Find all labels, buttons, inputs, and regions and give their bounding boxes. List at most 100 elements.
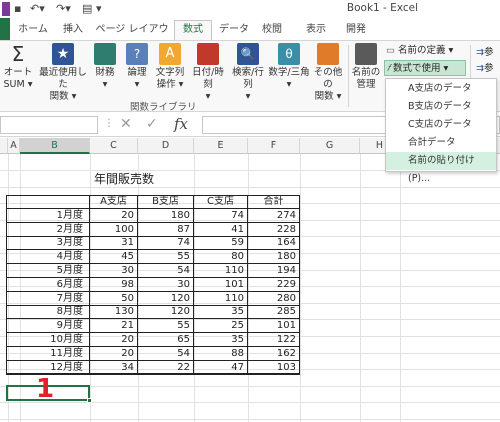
math-button[interactable]: θ 数学/三角 ▾: [268, 43, 310, 91]
table-cell[interactable]: 274: [248, 209, 300, 223]
more-functions-button[interactable]: その他の 関数 ▾: [310, 43, 346, 103]
table-cell[interactable]: 54: [138, 347, 194, 361]
financial-button[interactable]: 財務 ▾: [90, 43, 120, 91]
more-options-icon[interactable]: ⋮: [104, 118, 114, 129]
table-cell[interactable]: 11月度: [6, 347, 90, 361]
table-header-cell[interactable]: 合計: [248, 195, 300, 209]
table-cell[interactable]: 55: [138, 319, 194, 333]
insert-function-icon[interactable]: fx: [174, 115, 188, 133]
tab-home[interactable]: ホーム: [12, 21, 54, 40]
table-header-cell[interactable]: [6, 195, 90, 209]
column-header-f[interactable]: F: [248, 138, 300, 154]
table-cell[interactable]: 4月度: [6, 250, 90, 264]
tab-file[interactable]: [0, 18, 10, 40]
table-cell[interactable]: 20: [90, 333, 138, 347]
table-cell[interactable]: 130: [90, 305, 138, 319]
tab-page-layout[interactable]: ページ レイアウト: [92, 21, 172, 52]
table-cell[interactable]: 25: [194, 319, 248, 333]
menu-item-total[interactable]: 合計データ: [386, 134, 496, 152]
tab-insert[interactable]: 挿入: [56, 21, 90, 40]
table-cell[interactable]: 88: [194, 347, 248, 361]
fill-handle[interactable]: [87, 398, 92, 403]
table-cell[interactable]: 87: [138, 223, 194, 237]
table-cell[interactable]: 10月度: [6, 333, 90, 347]
name-box[interactable]: [0, 116, 98, 134]
table-cell[interactable]: 6月度: [6, 278, 90, 292]
text-button[interactable]: A 文字列 操作 ▾: [154, 43, 186, 91]
table-cell[interactable]: 110: [194, 292, 248, 306]
table-cell[interactable]: 180: [248, 250, 300, 264]
table-cell[interactable]: 8月度: [6, 305, 90, 319]
table-cell[interactable]: 22: [138, 361, 194, 375]
table-cell[interactable]: 47: [194, 361, 248, 375]
table-cell[interactable]: 1月度: [6, 209, 90, 223]
table-cell[interactable]: 228: [248, 223, 300, 237]
table-cell[interactable]: 35: [194, 333, 248, 347]
column-header-c[interactable]: C: [90, 138, 138, 154]
table-cell[interactable]: 3月度: [6, 236, 90, 250]
table-cell[interactable]: 30: [90, 264, 138, 278]
table-cell[interactable]: 229: [248, 278, 300, 292]
table-cell[interactable]: 285: [248, 305, 300, 319]
trace-dependents-button[interactable]: ⇉参: [476, 60, 493, 74]
table-cell[interactable]: 280: [248, 292, 300, 306]
table-cell[interactable]: 9月度: [6, 319, 90, 333]
table-cell[interactable]: 2月度: [6, 223, 90, 237]
table-cell[interactable]: 101: [194, 278, 248, 292]
table-cell[interactable]: 74: [138, 236, 194, 250]
logical-button[interactable]: ? 論理 ▾: [122, 43, 152, 91]
table-cell[interactable]: 162: [248, 347, 300, 361]
table-cell[interactable]: 12月度: [6, 361, 90, 375]
define-name-button[interactable]: ▭ 名前の定義 ▾: [386, 44, 478, 58]
select-all-corner[interactable]: [0, 138, 8, 154]
menu-item-a-branch[interactable]: A支店のデータ: [386, 80, 496, 98]
menu-item-c-branch[interactable]: C支店のデータ: [386, 116, 496, 134]
table-cell[interactable]: 80: [194, 250, 248, 264]
table-cell[interactable]: 5月度: [6, 264, 90, 278]
tab-developer[interactable]: 開発: [338, 21, 374, 40]
table-cell[interactable]: 122: [248, 333, 300, 347]
table-cell[interactable]: 41: [194, 223, 248, 237]
table-cell[interactable]: 45: [90, 250, 138, 264]
table-cell[interactable]: 54: [138, 264, 194, 278]
name-manager-button[interactable]: 名前の 管理: [350, 43, 382, 91]
table-header-cell[interactable]: C支店: [194, 195, 248, 209]
table-cell[interactable]: 59: [194, 236, 248, 250]
table-cell[interactable]: 100: [90, 223, 138, 237]
column-header-b[interactable]: B: [20, 138, 90, 154]
recently-used-button[interactable]: ★ 最近使用した 関数 ▾: [38, 43, 88, 103]
table-cell[interactable]: 65: [138, 333, 194, 347]
table-cell[interactable]: 31: [90, 236, 138, 250]
table-cell[interactable]: 98: [90, 278, 138, 292]
table-header-cell[interactable]: B支店: [138, 195, 194, 209]
table-cell[interactable]: 120: [138, 292, 194, 306]
table-cell[interactable]: 30: [138, 278, 194, 292]
table-cell[interactable]: 34: [90, 361, 138, 375]
table-cell[interactable]: 55: [138, 250, 194, 264]
tab-formulas[interactable]: 数式: [174, 20, 212, 41]
table-cell[interactable]: 50: [90, 292, 138, 306]
table-cell[interactable]: 21: [90, 319, 138, 333]
table-cell[interactable]: 120: [138, 305, 194, 319]
autosum-button[interactable]: Σ オート SUM ▾: [0, 43, 36, 91]
table-cell[interactable]: 164: [248, 236, 300, 250]
table-cell[interactable]: 180: [138, 209, 194, 223]
lookup-button[interactable]: 🔍 検索/行列 ▾: [228, 43, 268, 103]
tab-view[interactable]: 表示: [298, 21, 334, 40]
table-cell[interactable]: 74: [194, 209, 248, 223]
table-cell[interactable]: 35: [194, 305, 248, 319]
table-cell[interactable]: 20: [90, 209, 138, 223]
table-cell[interactable]: 103: [248, 361, 300, 375]
cancel-icon[interactable]: ✕: [120, 116, 132, 132]
column-header-g[interactable]: G: [300, 138, 360, 154]
column-header-e[interactable]: E: [194, 138, 248, 154]
trace-precedents-button[interactable]: ⇉参: [476, 44, 493, 58]
table-cell[interactable]: 7月度: [6, 292, 90, 306]
menu-item-paste-names[interactable]: 名前の貼り付け(P)...: [386, 152, 496, 184]
enter-icon[interactable]: ✓: [146, 116, 158, 132]
tab-review[interactable]: 校閲: [256, 21, 288, 40]
table-header-cell[interactable]: A支店: [90, 195, 138, 209]
table-cell[interactable]: 194: [248, 264, 300, 278]
table-cell[interactable]: 110: [194, 264, 248, 278]
table-cell[interactable]: 20: [90, 347, 138, 361]
